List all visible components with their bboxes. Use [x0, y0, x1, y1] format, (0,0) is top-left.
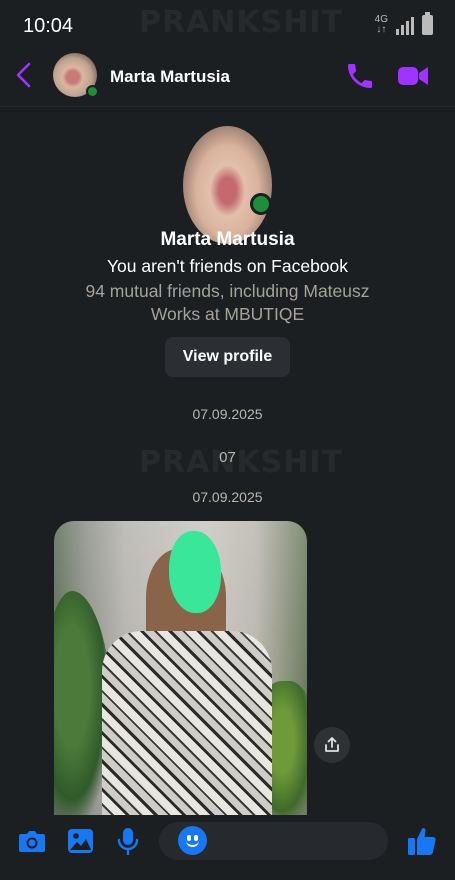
contact-name[interactable]: Marta Martusia: [110, 67, 230, 87]
face-scribble: [169, 531, 221, 613]
date-separator: 07.09.2025: [192, 406, 263, 422]
back-arrow-icon[interactable]: [12, 60, 36, 90]
photo-person-shirt: [102, 631, 272, 815]
data-arrows-icon: ↓↑: [376, 24, 387, 35]
clock: 10:04: [23, 15, 74, 37]
microphone-icon[interactable]: [117, 827, 139, 855]
friend-status: You aren't friends on Facebook: [106, 256, 349, 276]
chat-header: Marta Martusia: [0, 52, 455, 102]
battery-icon: [422, 12, 433, 35]
status-bar: 10:04 4G ↓↑: [0, 0, 455, 52]
status-icons: 4G ↓↑: [375, 12, 433, 35]
profile-name: Marta Martusia: [160, 229, 295, 250]
message-text[interactable]: 07: [0, 449, 455, 466]
thumbs-up-icon[interactable]: [407, 826, 437, 856]
profile-avatar[interactable]: [183, 126, 272, 244]
work-info: Works at MBUTIQE: [150, 304, 305, 324]
camera-icon[interactable]: [18, 829, 46, 853]
gallery-icon[interactable]: [67, 828, 94, 854]
online-status-icon-large: [250, 193, 272, 215]
emoji-icon[interactable]: [178, 826, 207, 855]
view-profile-button[interactable]: View profile: [165, 337, 290, 377]
network-indicator: 4G ↓↑: [375, 15, 388, 35]
share-button[interactable]: [314, 727, 350, 763]
header-divider: [0, 106, 455, 107]
online-status-icon: [86, 85, 99, 98]
date-separator: 07.09.2025: [192, 489, 263, 505]
video-camera-icon[interactable]: [397, 62, 429, 90]
mutual-friends: 94 mutual friends, including Mateusz: [85, 281, 370, 301]
photo-message[interactable]: [54, 521, 307, 815]
phone-icon[interactable]: [344, 60, 376, 92]
share-icon: [325, 737, 339, 752]
signal-icon: [396, 17, 414, 35]
